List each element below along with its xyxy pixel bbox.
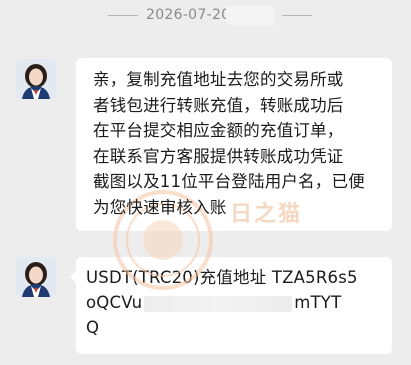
avatar-image: [16, 59, 56, 99]
message-line: 在联系官方客服提供转账成功凭证: [93, 146, 344, 166]
message-line: USDT(TRC20)充值地址 TZA5R6s5: [86, 268, 358, 287]
agent-avatar[interactable]: [16, 59, 56, 99]
timestamp-row: 2026-07-20: [0, 4, 411, 26]
message-line: 为您快速审核入账: [93, 197, 227, 217]
address-fragment: mTYT: [294, 293, 342, 312]
timestamp-text: 2026-07-20: [146, 7, 231, 23]
divider-line-left: [108, 15, 138, 16]
message-line: Q: [86, 318, 100, 337]
address-fragment: oQCVu: [86, 293, 143, 312]
message-line: oQCVu mTYT: [86, 290, 382, 315]
message-line: 在平台提交相应金额的充值订单，: [93, 121, 344, 141]
message-line: 截图以及11位平台登陆用户名，已便: [93, 172, 365, 192]
redacted-block: [144, 295, 293, 312]
message-line: 者钱包进行转账充值，转账成功后: [93, 95, 344, 115]
agent-avatar[interactable]: [16, 257, 56, 297]
avatar-image: [16, 257, 56, 297]
message-bubble-address[interactable]: USDT(TRC20)充值地址 TZA5R6s5 oQCVu mTYT Q: [70, 257, 392, 354]
message-line: 亲，复制充值地址去您的交易所或: [93, 70, 344, 89]
divider-line-right: [282, 15, 312, 16]
redacted-block: [226, 6, 274, 25]
message-bubble-instructions[interactable]: 亲，复制充值地址去您的交易所或 者钱包进行转账充值，转账成功后 在平台提交相应金…: [76, 58, 392, 231]
